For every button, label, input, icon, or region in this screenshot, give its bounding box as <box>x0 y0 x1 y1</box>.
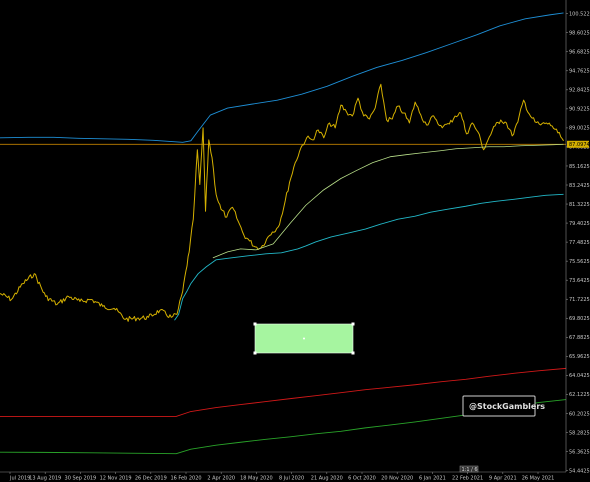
price-tick-label: 67.8825 <box>569 335 590 341</box>
scroll-indicator-label: 1:1 / 6 <box>462 467 478 473</box>
price-tick-label: 62.1225 <box>569 392 590 398</box>
time-tick-label: 18 May 2020 <box>240 476 273 482</box>
time-tick-label: 2 Apr 2020 <box>207 476 235 482</box>
price-tick-label: 85.1625 <box>569 164 590 170</box>
price-tick-label: 98.6025 <box>569 30 590 36</box>
time-tick-label: 6 Jan 2021 <box>419 476 446 482</box>
price-tick-label: 65.9625 <box>569 354 590 360</box>
price-tick-label: 92.8425 <box>569 88 590 94</box>
time-tick-label: 16 Feb 2020 <box>170 476 201 482</box>
time-tick-label: Jul 2019 <box>9 476 30 482</box>
price-chart[interactable]: 100.5225 98.6025 96.6825 94.7625 92.8425 90.9… <box>0 0 590 482</box>
last-price-label: 87.0974 <box>569 142 590 148</box>
price-tick-label: 79.4025 <box>569 221 590 227</box>
scroll-indicator[interactable]: 1:1 / 6 <box>459 465 479 473</box>
price-tick-label: 56.3625 <box>569 449 590 455</box>
price-tick-label: 83.2425 <box>569 183 590 189</box>
time-tick-label: 12 Nov 2019 <box>100 476 132 482</box>
highlight-box-center-dot[interactable] <box>303 337 305 340</box>
price-tick-label: 75.5625 <box>569 259 590 265</box>
price-tick-label: 64.0425 <box>569 373 590 379</box>
time-tick-label: 9 Apr 2021 <box>489 476 517 482</box>
price-tick-label: 96.6825 <box>569 50 590 56</box>
highlight-box-handle-tr[interactable] <box>351 322 355 326</box>
price-tick-label: 100.5225 <box>569 11 590 17</box>
price-tick-label: 77.4825 <box>569 240 590 246</box>
highlight-box-handle-bl[interactable] <box>253 351 257 355</box>
time-tick-label: 30 Sep 2019 <box>65 476 97 482</box>
time-tick-label: 22 Feb 2021 <box>452 476 483 482</box>
price-tick-label: 94.7625 <box>569 69 590 75</box>
time-tick-label: 21 Aug 2020 <box>311 476 343 482</box>
time-tick-label: 26 May 2021 <box>522 476 555 482</box>
time-tick-label: 13 Aug 2019 <box>29 476 61 482</box>
time-tick-label: 8 Jul 2020 <box>279 476 304 482</box>
watermark-text: @StockGamblers <box>469 402 545 411</box>
price-tick-label: 69.8025 <box>569 316 590 322</box>
price-tick-label: 54.4425 <box>569 468 590 474</box>
highlight-box-handle-tl[interactable] <box>253 322 257 326</box>
price-tick-label: 71.7225 <box>569 297 590 303</box>
time-tick-label: 26 Dec 2019 <box>135 476 167 482</box>
last-price-marker: 87.0974 <box>567 140 590 148</box>
highlight-box[interactable] <box>253 322 355 355</box>
time-tick-label: 6 Oct 2020 <box>348 476 376 482</box>
price-tick-label: 90.9225 <box>569 107 590 113</box>
price-tick-label: 60.2025 <box>569 411 590 417</box>
price-tick-label: 73.6425 <box>569 278 590 284</box>
price-tick-label: 58.2825 <box>569 430 590 436</box>
highlight-box-handle-br[interactable] <box>351 351 355 355</box>
time-tick-label: 20 Nov 2020 <box>381 476 413 482</box>
price-tick-label: 89.0025 <box>569 126 590 132</box>
watermark-badge: @StockGamblers <box>462 395 545 417</box>
price-tick-label: 81.3225 <box>569 202 590 208</box>
